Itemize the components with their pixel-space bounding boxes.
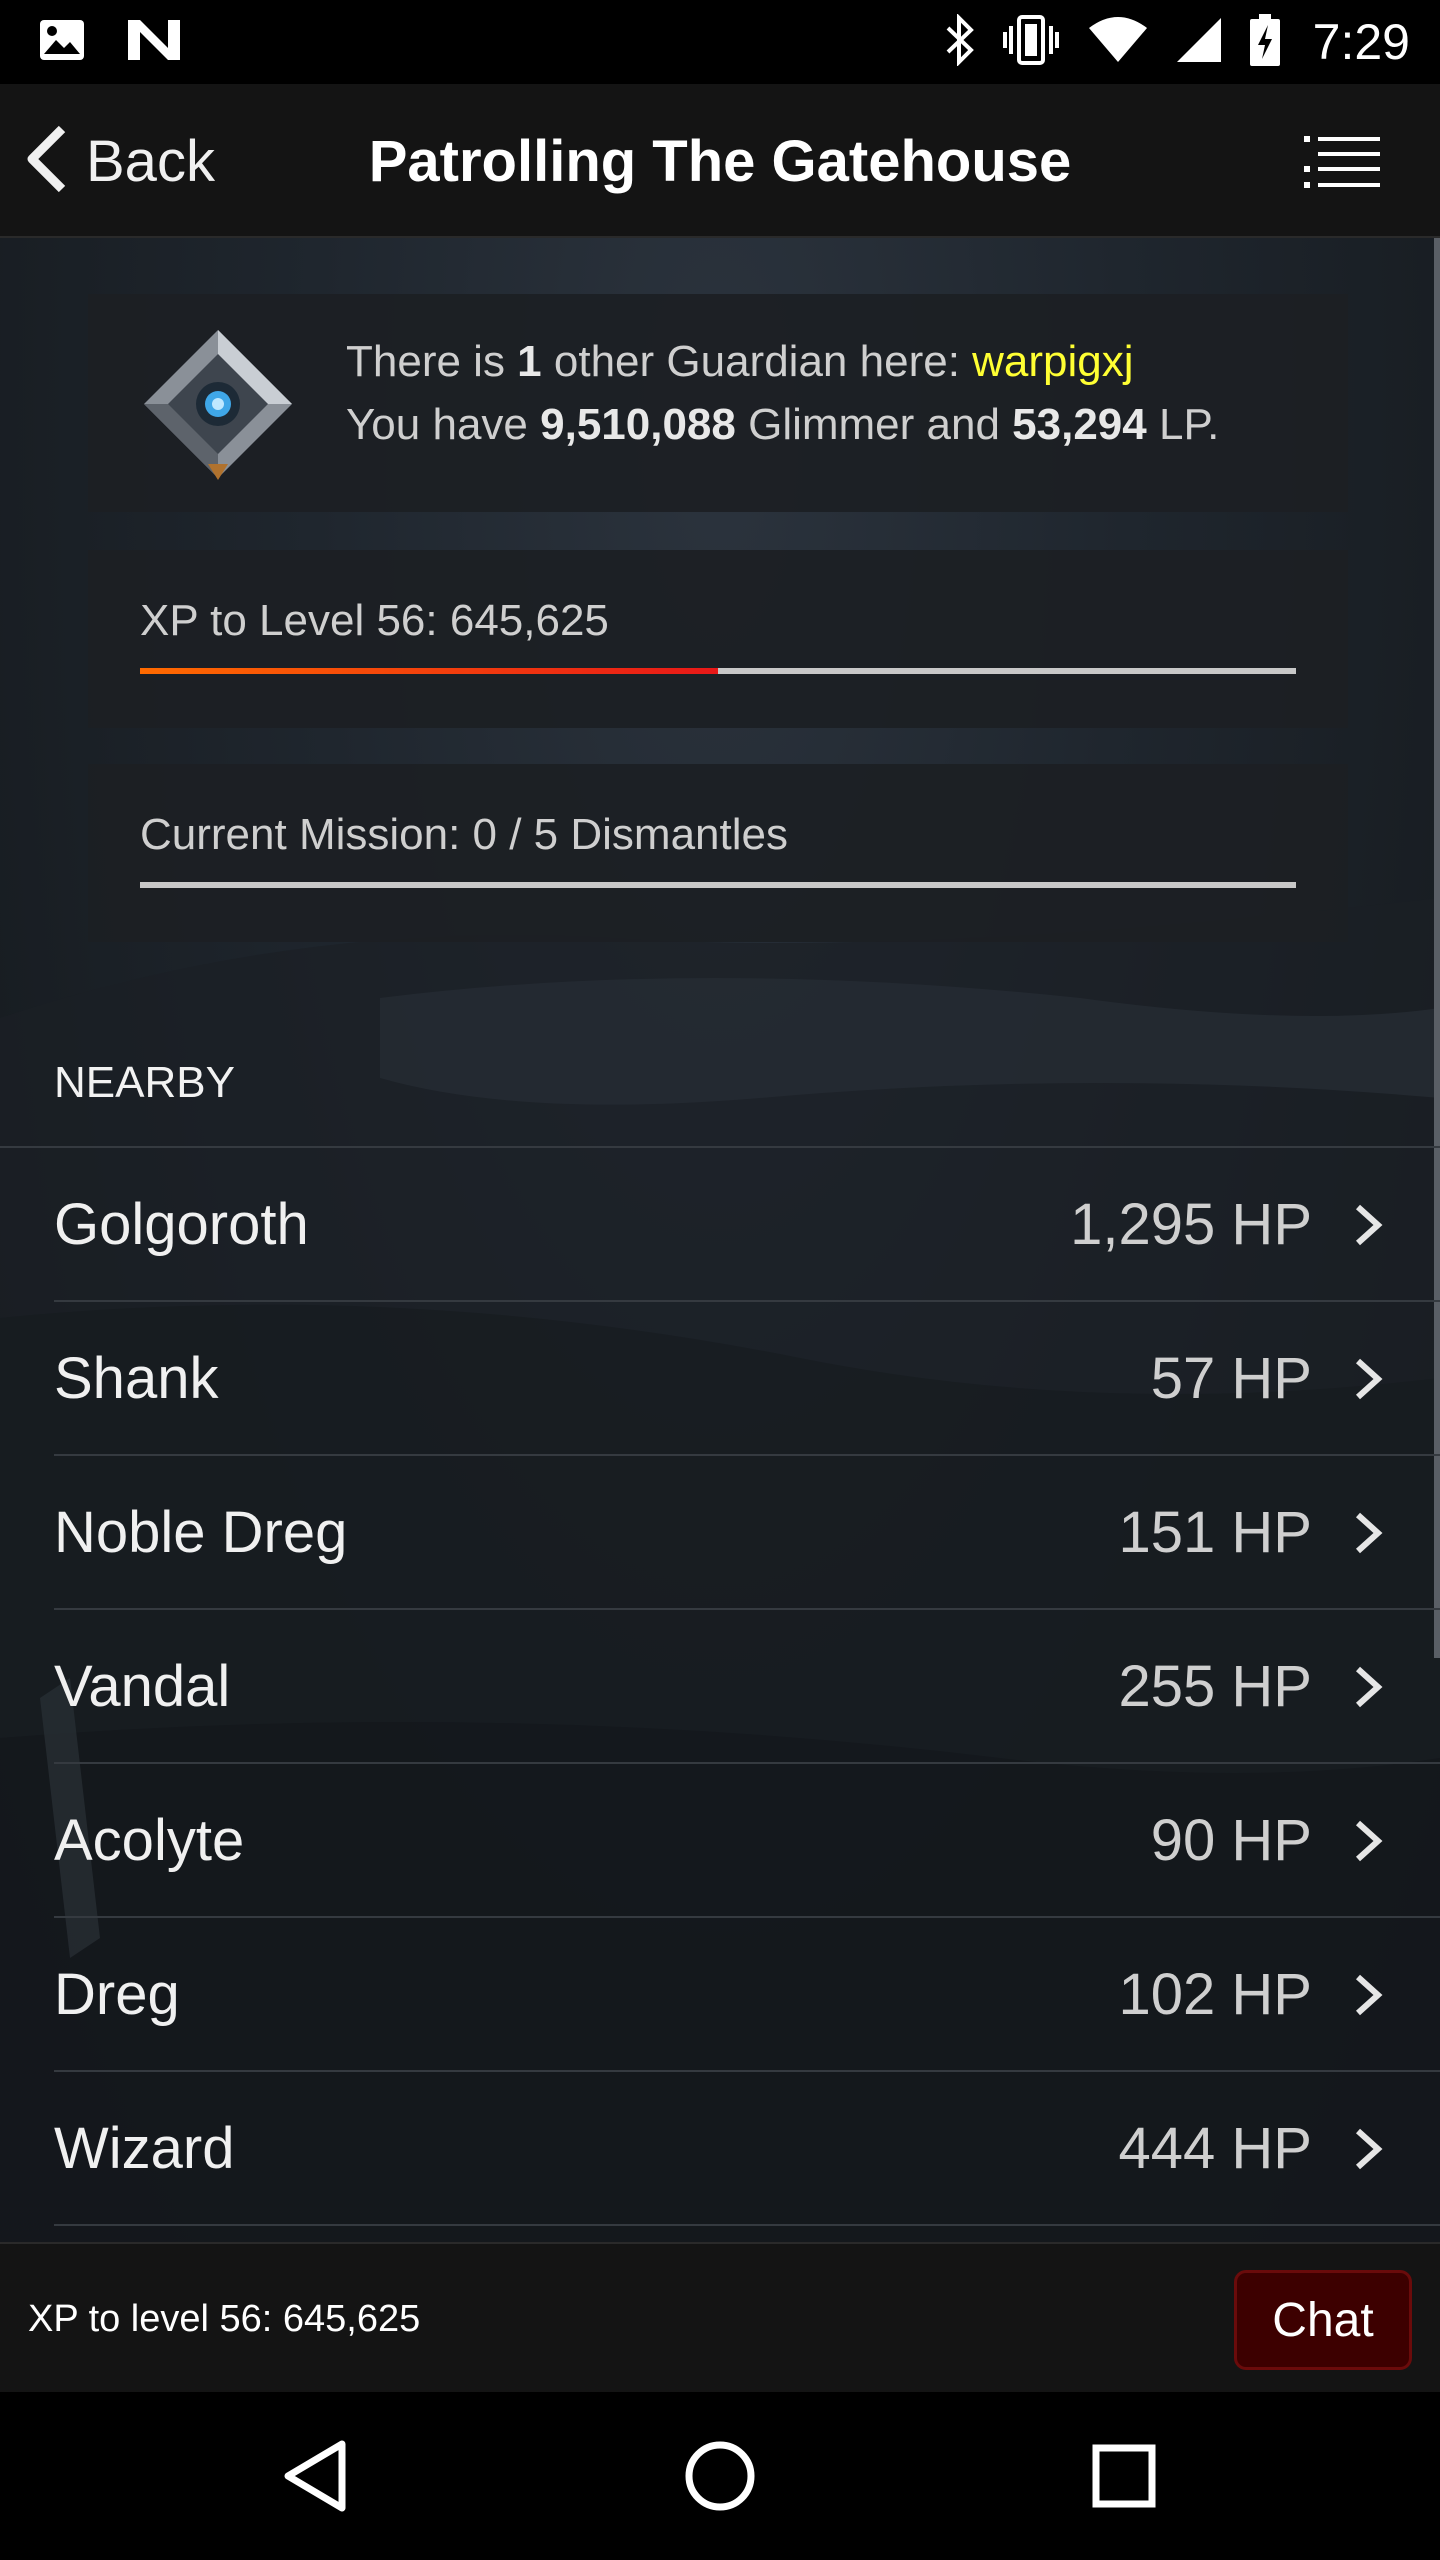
- xp-label: XP to Level 56: 645,625: [140, 596, 609, 645]
- chevron-right-icon: [1348, 2127, 1388, 2171]
- back-label: Back: [86, 128, 215, 194]
- ghost-icon: [138, 324, 298, 484]
- back-button[interactable]: Back: [24, 84, 215, 238]
- enemy-hp: 102 HP: [1118, 1962, 1312, 2027]
- currency-line: You have 9,510,088 Glimmer and 53,294 LP…: [346, 400, 1220, 449]
- guardian-info-card: There is 1 other Guardian here: warpigxj…: [88, 294, 1348, 512]
- chevron-right-icon: [1348, 1819, 1388, 1863]
- footer-bar: XP to level 56: 645,625 Chat: [0, 2242, 1440, 2392]
- enemy-name: Acolyte: [54, 1808, 245, 1873]
- guardian-text: There is 1 other Guardian here: warpigxj…: [346, 330, 1219, 456]
- enemy-name: Wizard: [54, 2116, 235, 2181]
- mission-progress-bar: [140, 882, 1296, 888]
- nearby-heading: NEARBY: [54, 1058, 235, 1107]
- chevron-right-icon: [1348, 1357, 1388, 1401]
- enemy-hp: 255 HP: [1118, 1654, 1312, 1719]
- wifi-icon: [1087, 16, 1149, 69]
- enemy-hp: 90 HP: [1150, 1808, 1312, 1873]
- mission-card: Current Mission: 0 / 5 Dismantles: [88, 764, 1348, 942]
- nav-recents-icon[interactable]: [1082, 2434, 1166, 2518]
- list-item[interactable]: Vandal 255 HP: [0, 1610, 1440, 1764]
- nearby-list: Golgoroth 1,295 HP Shank 57 HP Noble Dre…: [0, 1146, 1440, 2226]
- enemy-name: Golgoroth: [54, 1192, 309, 1257]
- signal-icon: [1175, 16, 1223, 69]
- list-item[interactable]: Dreg 102 HP: [0, 1918, 1440, 2072]
- enemy-hp: 151 HP: [1118, 1500, 1312, 1565]
- battery-charging-icon: [1249, 13, 1281, 72]
- main-content[interactable]: There is 1 other Guardian here: warpigxj…: [0, 238, 1440, 2242]
- n-icon: [126, 18, 182, 67]
- list-item[interactable]: Noble Dreg 151 HP: [0, 1456, 1440, 1610]
- lp-value: 53,294: [1012, 400, 1147, 449]
- page-title: Patrolling The Gatehouse: [368, 128, 1072, 194]
- list-item[interactable]: Shank 57 HP: [0, 1302, 1440, 1456]
- enemy-name: Dreg: [54, 1962, 180, 2027]
- system-nav-bar: [0, 2392, 1440, 2560]
- chat-button[interactable]: Chat: [1234, 2270, 1412, 2370]
- nav-back-icon[interactable]: [274, 2434, 358, 2518]
- app-header: Back Patrolling The Gatehouse: [0, 84, 1440, 238]
- chevron-right-icon: [1348, 1973, 1388, 2017]
- vibrate-icon: [1001, 14, 1061, 71]
- list-item[interactable]: Wizard 444 HP: [0, 2072, 1440, 2226]
- xp-card: XP to Level 56: 645,625: [88, 550, 1348, 728]
- enemy-hp: 444 HP: [1118, 2116, 1312, 2181]
- menu-button[interactable]: [1304, 134, 1380, 190]
- other-guardians-line: There is 1 other Guardian here: warpigxj: [346, 337, 1134, 386]
- list-menu-icon: [1304, 136, 1380, 194]
- list-item[interactable]: Acolyte 90 HP: [0, 1764, 1440, 1918]
- status-bar: 7:29: [0, 0, 1440, 84]
- enemy-name: Vandal: [54, 1654, 231, 1719]
- status-time: 7:29: [1312, 14, 1410, 70]
- enemy-name: Shank: [54, 1346, 219, 1411]
- enemy-name: Noble Dreg: [54, 1500, 348, 1565]
- nav-home-icon[interactable]: [678, 2434, 762, 2518]
- glimmer-value: 9,510,088: [540, 400, 736, 449]
- guardian-name-link[interactable]: warpigxj: [972, 337, 1133, 386]
- enemy-hp: 57 HP: [1150, 1346, 1312, 1411]
- enemy-hp: 1,295 HP: [1070, 1192, 1312, 1257]
- chevron-right-icon: [1348, 1511, 1388, 1555]
- list-item[interactable]: Golgoroth 1,295 HP: [0, 1148, 1440, 1302]
- chevron-left-icon: [24, 123, 70, 200]
- bluetooth-icon: [945, 12, 975, 71]
- mission-label: Current Mission: 0 / 5 Dismantles: [140, 810, 788, 859]
- chevron-right-icon: [1348, 1203, 1388, 1247]
- image-icon: [38, 18, 86, 67]
- footer-xp-text: XP to level 56: 645,625: [28, 2298, 421, 2340]
- chevron-right-icon: [1348, 1665, 1388, 1709]
- xp-progress-bar: [140, 668, 1296, 674]
- xp-progress-fill: [140, 668, 718, 674]
